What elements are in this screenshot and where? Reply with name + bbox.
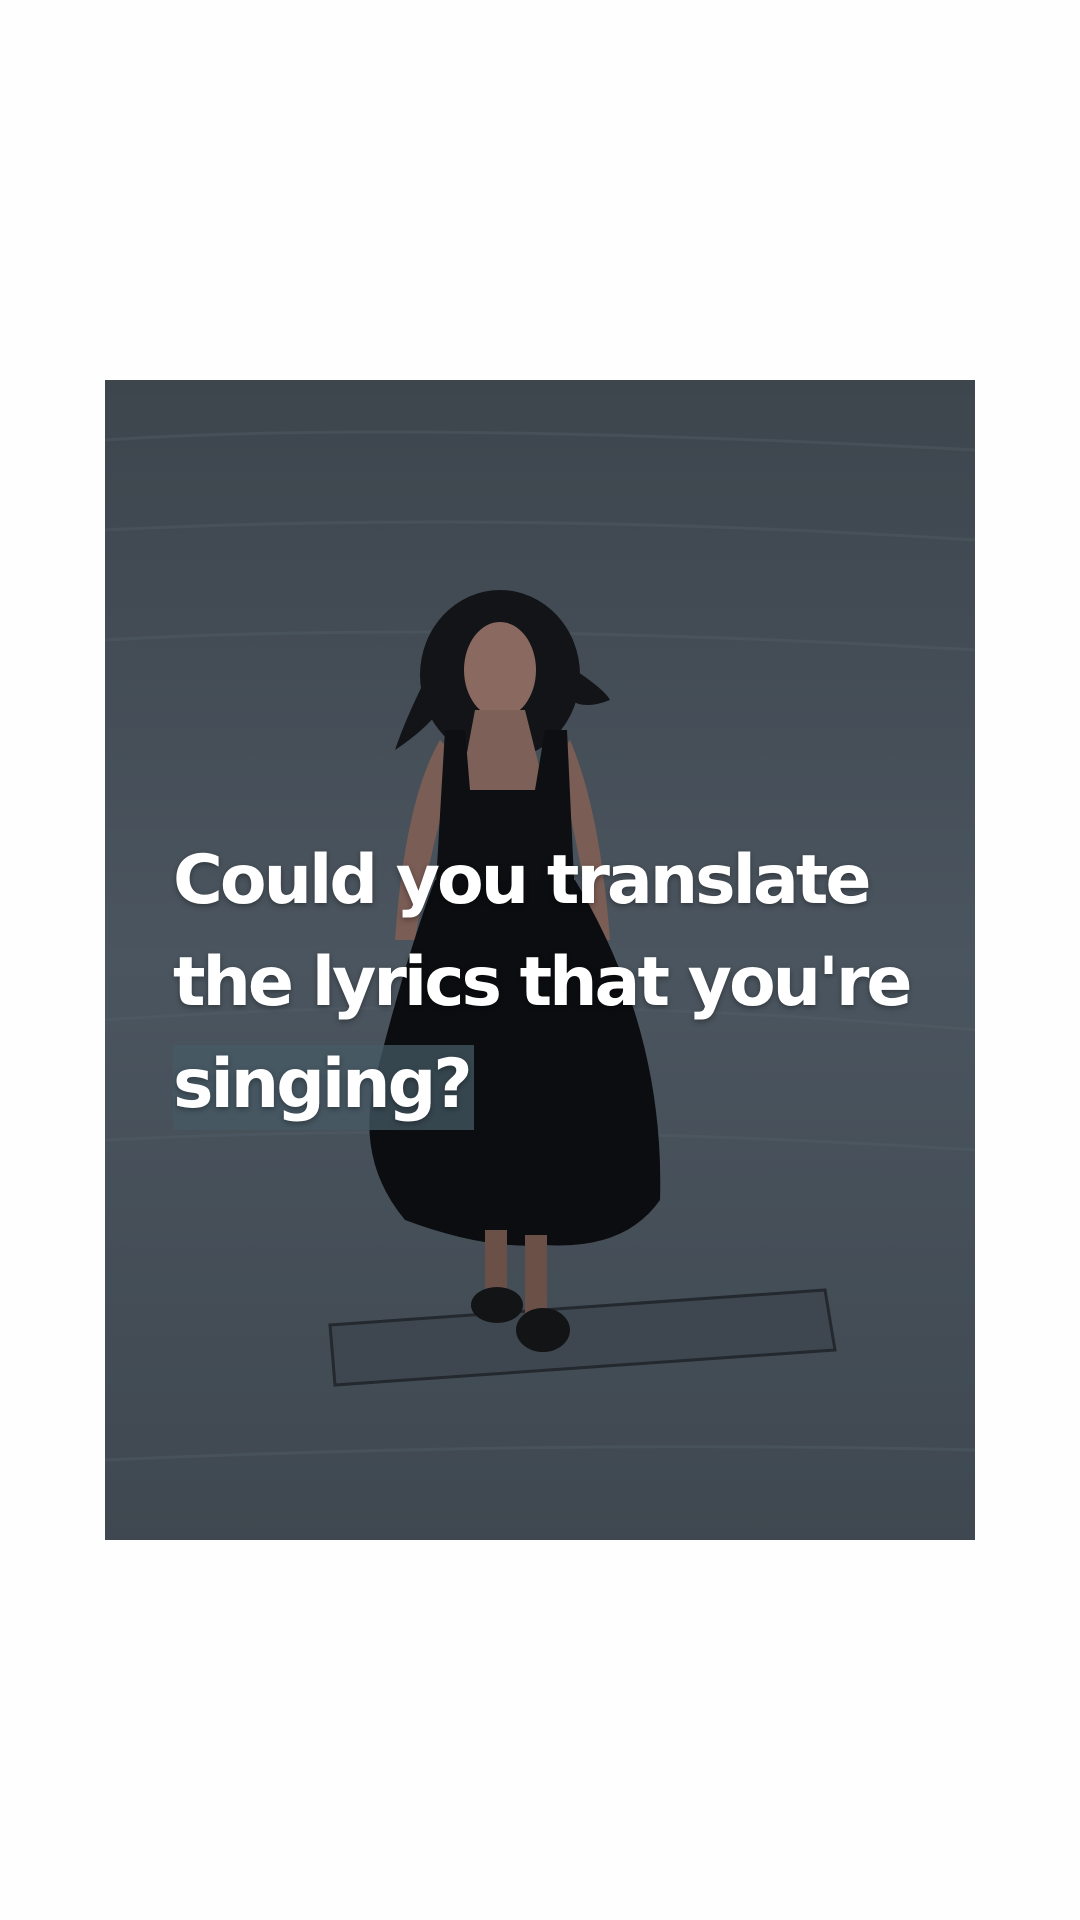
caption-line-3-text: singing? [173,1045,474,1130]
video-frame[interactable]: Could you translate the lyrics that you'… [105,380,975,1540]
page: Could you translate the lyrics that you'… [0,0,1080,1920]
caption-line-1: Could you translate [173,841,871,920]
lyric-caption: Could you translate the lyrics that you'… [173,830,933,1136]
caption-line-3: singing? [173,1034,933,1136]
caption-line-2: the lyrics that you're [173,943,913,1022]
